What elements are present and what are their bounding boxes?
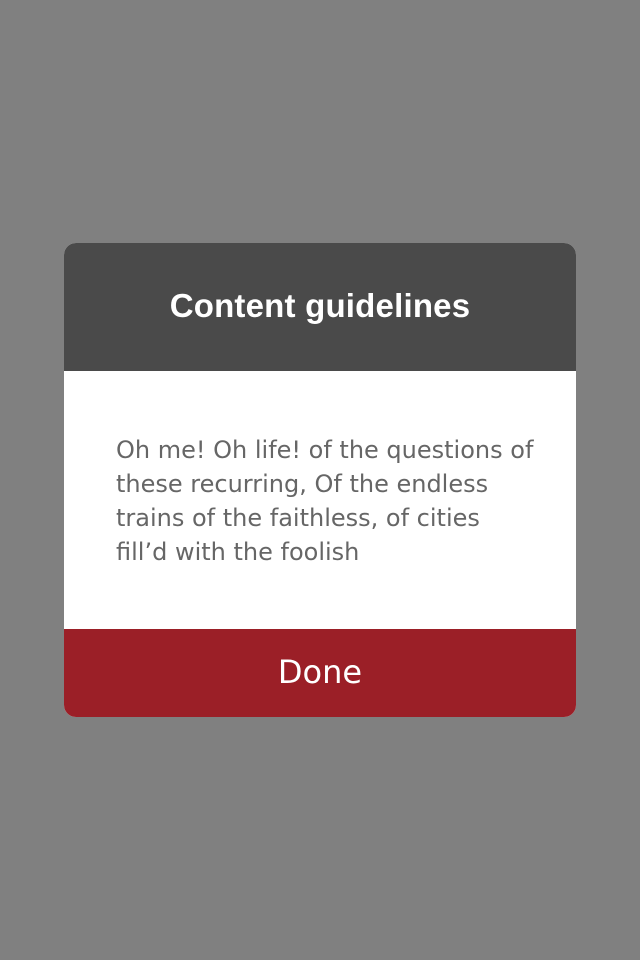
- dialog-header: Content guidelines: [64, 243, 576, 371]
- done-button[interactable]: Done: [64, 629, 576, 717]
- dialog-title: Content guidelines: [169, 287, 471, 324]
- content-guidelines-dialog: Content guidelines Oh me! Oh life! of th…: [64, 243, 576, 717]
- done-button-label: Done: [277, 653, 363, 691]
- dialog-body-text: Oh me! Oh life! of the questions of thes…: [116, 436, 534, 566]
- dialog-body: Oh me! Oh life! of the questions of thes…: [64, 371, 576, 629]
